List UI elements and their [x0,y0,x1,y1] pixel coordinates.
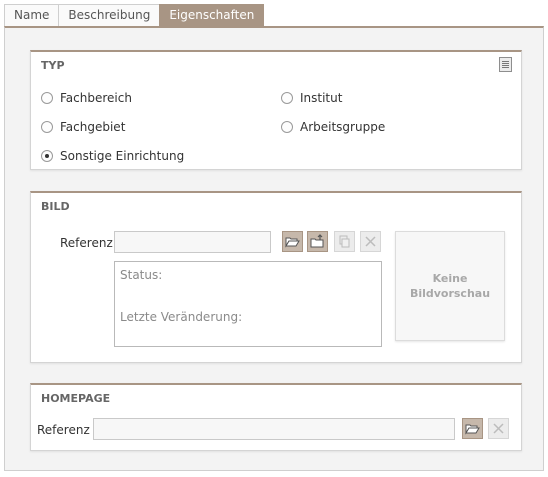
tab-bar: Name Beschreibung Eigenschaften [4,4,265,27]
radio-label: Sonstige Einrichtung [60,149,185,163]
radio-label: Fachbereich [60,91,132,105]
folder-upload-icon [310,234,324,248]
radio-indicator [41,92,53,104]
homepage-browse-button[interactable] [462,418,483,439]
radio-label: Institut [300,91,343,105]
radio-indicator [281,121,293,133]
tab-eigenschaften[interactable]: Eigenschaften [159,4,265,27]
homepage-clear-button[interactable] [488,418,509,439]
last-change-label: Letzte Veränderung: [120,310,243,324]
properties-panel: TYP Fachbereich Institut Fachgebiet Arbe… [4,26,544,471]
radio-fachgebiet[interactable]: Fachgebiet [41,120,125,134]
radio-label: Fachgebiet [60,120,126,134]
clear-icon [493,423,504,434]
radio-indicator [41,150,53,162]
homepage-referenz-label: Referenz [37,423,90,437]
bild-status-box: Status: Letzte Veränderung: [114,261,382,347]
preview-line-1: Keine [432,272,468,285]
homepage-section-title: HOMEPAGE [41,392,111,405]
bild-referenz-label: Referenz [60,236,113,250]
radio-sonstige-einrichtung[interactable]: Sonstige Einrichtung [41,149,184,163]
typ-section: TYP Fachbereich Institut Fachgebiet Arbe… [30,50,522,170]
document-icon[interactable] [499,57,512,72]
image-preview: Keine Bildvorschau [395,231,505,341]
folder-open-icon [285,237,300,248]
bild-section-title: BILD [41,200,70,213]
tab-name[interactable]: Name [4,4,60,26]
copy-icon [339,235,350,248]
radio-arbeitsgruppe[interactable]: Arbeitsgruppe [281,120,385,134]
radio-indicator [41,121,53,133]
bild-browse-button[interactable] [282,231,303,252]
bild-section: BILD Referenz Status: Letzte Veränderung… [30,191,522,363]
folder-open-icon [465,424,480,435]
homepage-section: HOMEPAGE Referenz [30,383,522,451]
radio-label: Arbeitsgruppe [300,120,386,134]
preview-line-2: Bildvorschau [409,287,491,300]
radio-fachbereich[interactable]: Fachbereich [41,91,132,105]
homepage-referenz-input[interactable] [93,418,455,440]
bild-upload-button[interactable] [307,231,328,252]
clear-icon [365,236,376,247]
bild-copy-button[interactable] [334,231,355,252]
bild-clear-button[interactable] [360,231,381,252]
status-label: Status: [120,268,163,282]
tab-beschreibung[interactable]: Beschreibung [58,4,161,26]
bild-referenz-input[interactable] [114,231,271,253]
typ-section-title: TYP [41,59,65,72]
radio-institut[interactable]: Institut [281,91,342,105]
radio-indicator [281,92,293,104]
